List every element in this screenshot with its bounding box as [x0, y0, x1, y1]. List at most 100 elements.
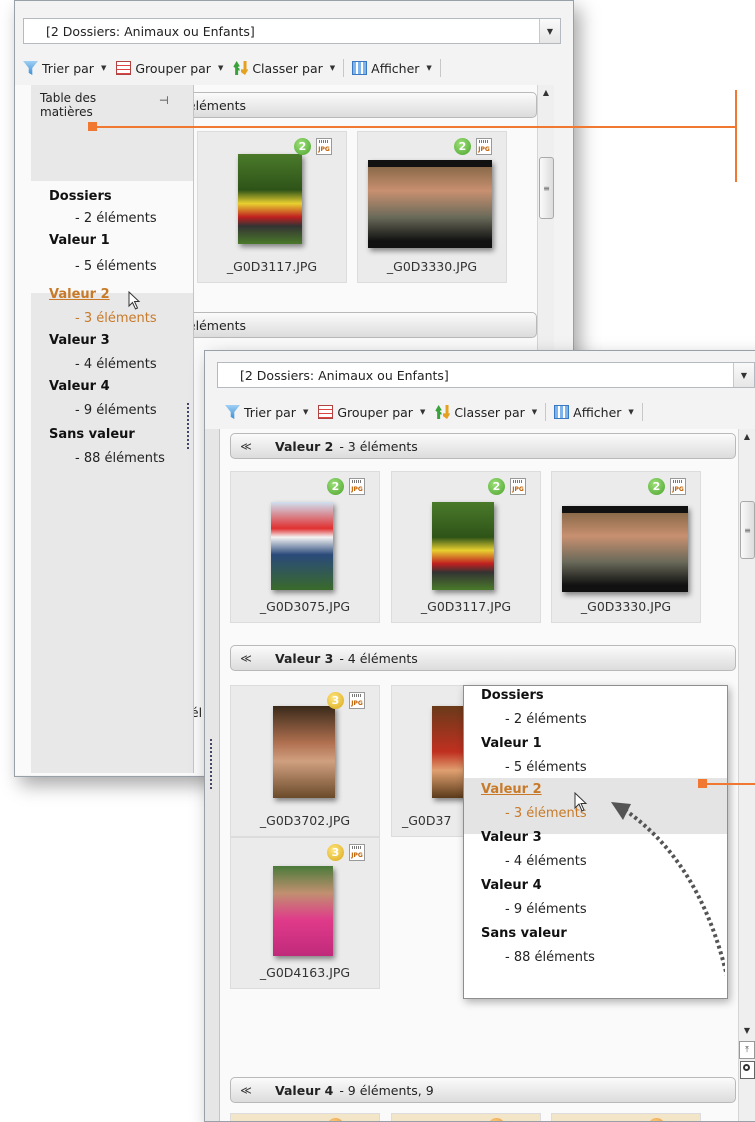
- folder-combo[interactable]: [2 Dossiers: Animaux ou Enfants] ▼: [217, 362, 755, 388]
- toc-item-sans-valeur[interactable]: Sans valeur: [481, 926, 567, 941]
- pin-icon[interactable]: ⊣: [159, 94, 169, 107]
- collapse-icon[interactable]: ≪: [231, 652, 261, 665]
- rating-badge: 2: [488, 478, 505, 495]
- folder-combo[interactable]: [2 Dossiers: Animaux ou Enfants] ▼: [23, 18, 561, 44]
- toc-item-valeur-4[interactable]: Valeur 4: [49, 379, 110, 394]
- jpg-file-icon: JPG: [349, 844, 365, 861]
- rating-badge: 4: [327, 1118, 344, 1121]
- toc-item-dossiers[interactable]: Dossiers: [481, 688, 544, 703]
- classify-label: Classer par: [252, 60, 323, 76]
- scroll-to-top-icon[interactable]: ⤒: [739, 1041, 755, 1059]
- photo-two-boys: [368, 160, 492, 248]
- sort-button[interactable]: Trier par ▼: [221, 405, 312, 420]
- sort-button[interactable]: Trier par ▼: [19, 61, 110, 76]
- toc-item-valeur-4[interactable]: Valeur 4: [481, 878, 542, 893]
- photo-boy-eating: [273, 706, 335, 798]
- group-header-valeur-3[interactable]: ≪ Valeur 3 - 4 éléments: [230, 645, 736, 671]
- thumbnail[interactable]: 2 JPG _G0D3075.JPG: [230, 471, 380, 623]
- thumbnail[interactable]: 4: [230, 1113, 380, 1121]
- toc-item-valeur-3[interactable]: Valeur 3: [481, 830, 542, 845]
- toolbar-separator: [545, 403, 547, 421]
- file-name: _G0D3117.JPG: [226, 259, 318, 274]
- thumbnail[interactable]: 2 JPG _G0D3330.JPG: [551, 471, 701, 623]
- group-button[interactable]: Grouper par ▼: [314, 405, 429, 420]
- view-button[interactable]: Afficher ▼: [348, 61, 436, 76]
- collapsed-toc-strip[interactable]: [205, 429, 220, 1121]
- thumbnail[interactable]: 2 JPG _G0D3330.JPG: [357, 131, 507, 283]
- mouse-pointer-icon: [128, 291, 141, 310]
- thumbnail[interactable]: 3 JPG _G0D3702.JPG: [230, 685, 380, 837]
- toc-count: - 88 éléments: [75, 451, 165, 466]
- thumbnail[interactable]: 3 JPG _G0D4163.JPG: [230, 837, 380, 989]
- group-icon: [116, 61, 132, 75]
- toc-count: - 9 éléments: [75, 403, 157, 418]
- collapse-icon[interactable]: ≪: [231, 1084, 261, 1097]
- scroll-thumb[interactable]: ≡: [740, 501, 755, 559]
- toc-resize-grip[interactable]: [187, 403, 189, 449]
- dropdown-arrow-icon: ▼: [426, 64, 432, 72]
- toc-item-valeur-1[interactable]: Valeur 1: [481, 736, 542, 751]
- toolbar-separator: [641, 403, 643, 421]
- toc-popup-button-icon[interactable]: [740, 1061, 755, 1079]
- toc-count: - 88 éléments: [505, 950, 595, 965]
- collapse-icon[interactable]: ≪: [231, 440, 261, 453]
- sort-label: Trier par: [42, 60, 94, 76]
- classify-button[interactable]: Classer par ▼: [431, 405, 541, 420]
- group-count: - 9 éléments, 9: [339, 1082, 434, 1098]
- view-button[interactable]: Afficher ▼: [550, 405, 638, 420]
- scroll-thumb[interactable]: ≡: [539, 157, 554, 219]
- toc-item-valeur-2[interactable]: Valeur 2: [481, 782, 542, 797]
- toc-title: Table des matières: [40, 91, 97, 119]
- folder-combo-text: [2 Dossiers: Animaux ou Enfants]: [240, 367, 449, 383]
- group-button[interactable]: Grouper par ▼: [112, 61, 227, 76]
- toc-count: - 2 éléments: [75, 211, 157, 226]
- table-of-contents-panel: Table des matières ⊣ Dossiers - 2 élémen…: [31, 85, 194, 773]
- toc-count: - 5 éléments: [75, 259, 157, 274]
- toc-count: - 5 éléments: [505, 760, 587, 775]
- group-header[interactable]: 3 éléments: [165, 92, 537, 118]
- sort-arrows-icon: [435, 405, 451, 419]
- mouse-pointer-icon: [574, 792, 588, 812]
- dropdown-arrow-icon: ▼: [329, 64, 336, 72]
- dropdown-arrow-icon: ▼: [531, 408, 538, 416]
- group-count: - 4 éléments: [339, 650, 418, 666]
- view-icon: [352, 61, 368, 75]
- toc-resize-grip[interactable]: [210, 739, 212, 789]
- front-scrollbar[interactable]: ▲ ≡ ▼ ⤒: [738, 429, 755, 1121]
- toc-count: - 9 éléments: [505, 902, 587, 917]
- filter-icon: [23, 61, 38, 75]
- view-label: Afficher: [371, 60, 420, 76]
- toc-item-valeur-3[interactable]: Valeur 3: [49, 333, 110, 348]
- toc-item-valeur-1[interactable]: Valeur 1: [49, 233, 110, 248]
- toc-item-valeur-2[interactable]: Valeur 2: [49, 287, 110, 302]
- jpg-file-icon: JPG: [510, 478, 526, 495]
- classify-button[interactable]: Classer par ▼: [229, 61, 339, 76]
- toc-item-dossiers[interactable]: Dossiers: [49, 189, 112, 204]
- scroll-up-icon[interactable]: ▲: [538, 85, 554, 101]
- chevron-down-icon[interactable]: ▼: [733, 363, 754, 387]
- thumbnail[interactable]: 4: [551, 1113, 701, 1121]
- view-label: Afficher: [573, 404, 622, 420]
- group-label: Grouper par: [337, 404, 413, 420]
- group-header[interactable]: 4 éléments: [165, 312, 537, 338]
- group-name: Valeur 2: [275, 438, 334, 454]
- folder-combo-text: [2 Dossiers: Animaux ou Enfants]: [46, 23, 255, 39]
- file-name: _G0D3117.JPG: [420, 599, 512, 614]
- group-count: - 3 éléments: [339, 438, 418, 454]
- dropdown-arrow-icon: ▼: [419, 408, 426, 416]
- toc-count: - 3 éléments: [75, 311, 157, 326]
- group-header-valeur-2[interactable]: ≪ Valeur 2 - 3 éléments: [230, 433, 736, 459]
- thumbnail[interactable]: 2 JPG _G0D3117.JPG: [391, 471, 541, 623]
- thumbnail[interactable]: 2 JPG _G0D3117.JPG: [197, 131, 347, 283]
- thumbnail[interactable]: 4: [391, 1113, 541, 1121]
- toc-item-sans-valeur[interactable]: Sans valeur: [49, 427, 135, 442]
- photo-boy-ball: [271, 502, 333, 590]
- dropdown-arrow-icon: ▼: [217, 64, 224, 72]
- scroll-down-icon[interactable]: ▼: [739, 1023, 755, 1039]
- photo-boy-toy-truck: [238, 154, 302, 244]
- view-icon: [554, 405, 570, 419]
- chevron-down-icon[interactable]: ▼: [539, 19, 560, 43]
- toc-count: - 4 éléments: [505, 854, 587, 869]
- photo-boy-toy-truck: [432, 502, 494, 590]
- scroll-up-icon[interactable]: ▲: [739, 429, 755, 445]
